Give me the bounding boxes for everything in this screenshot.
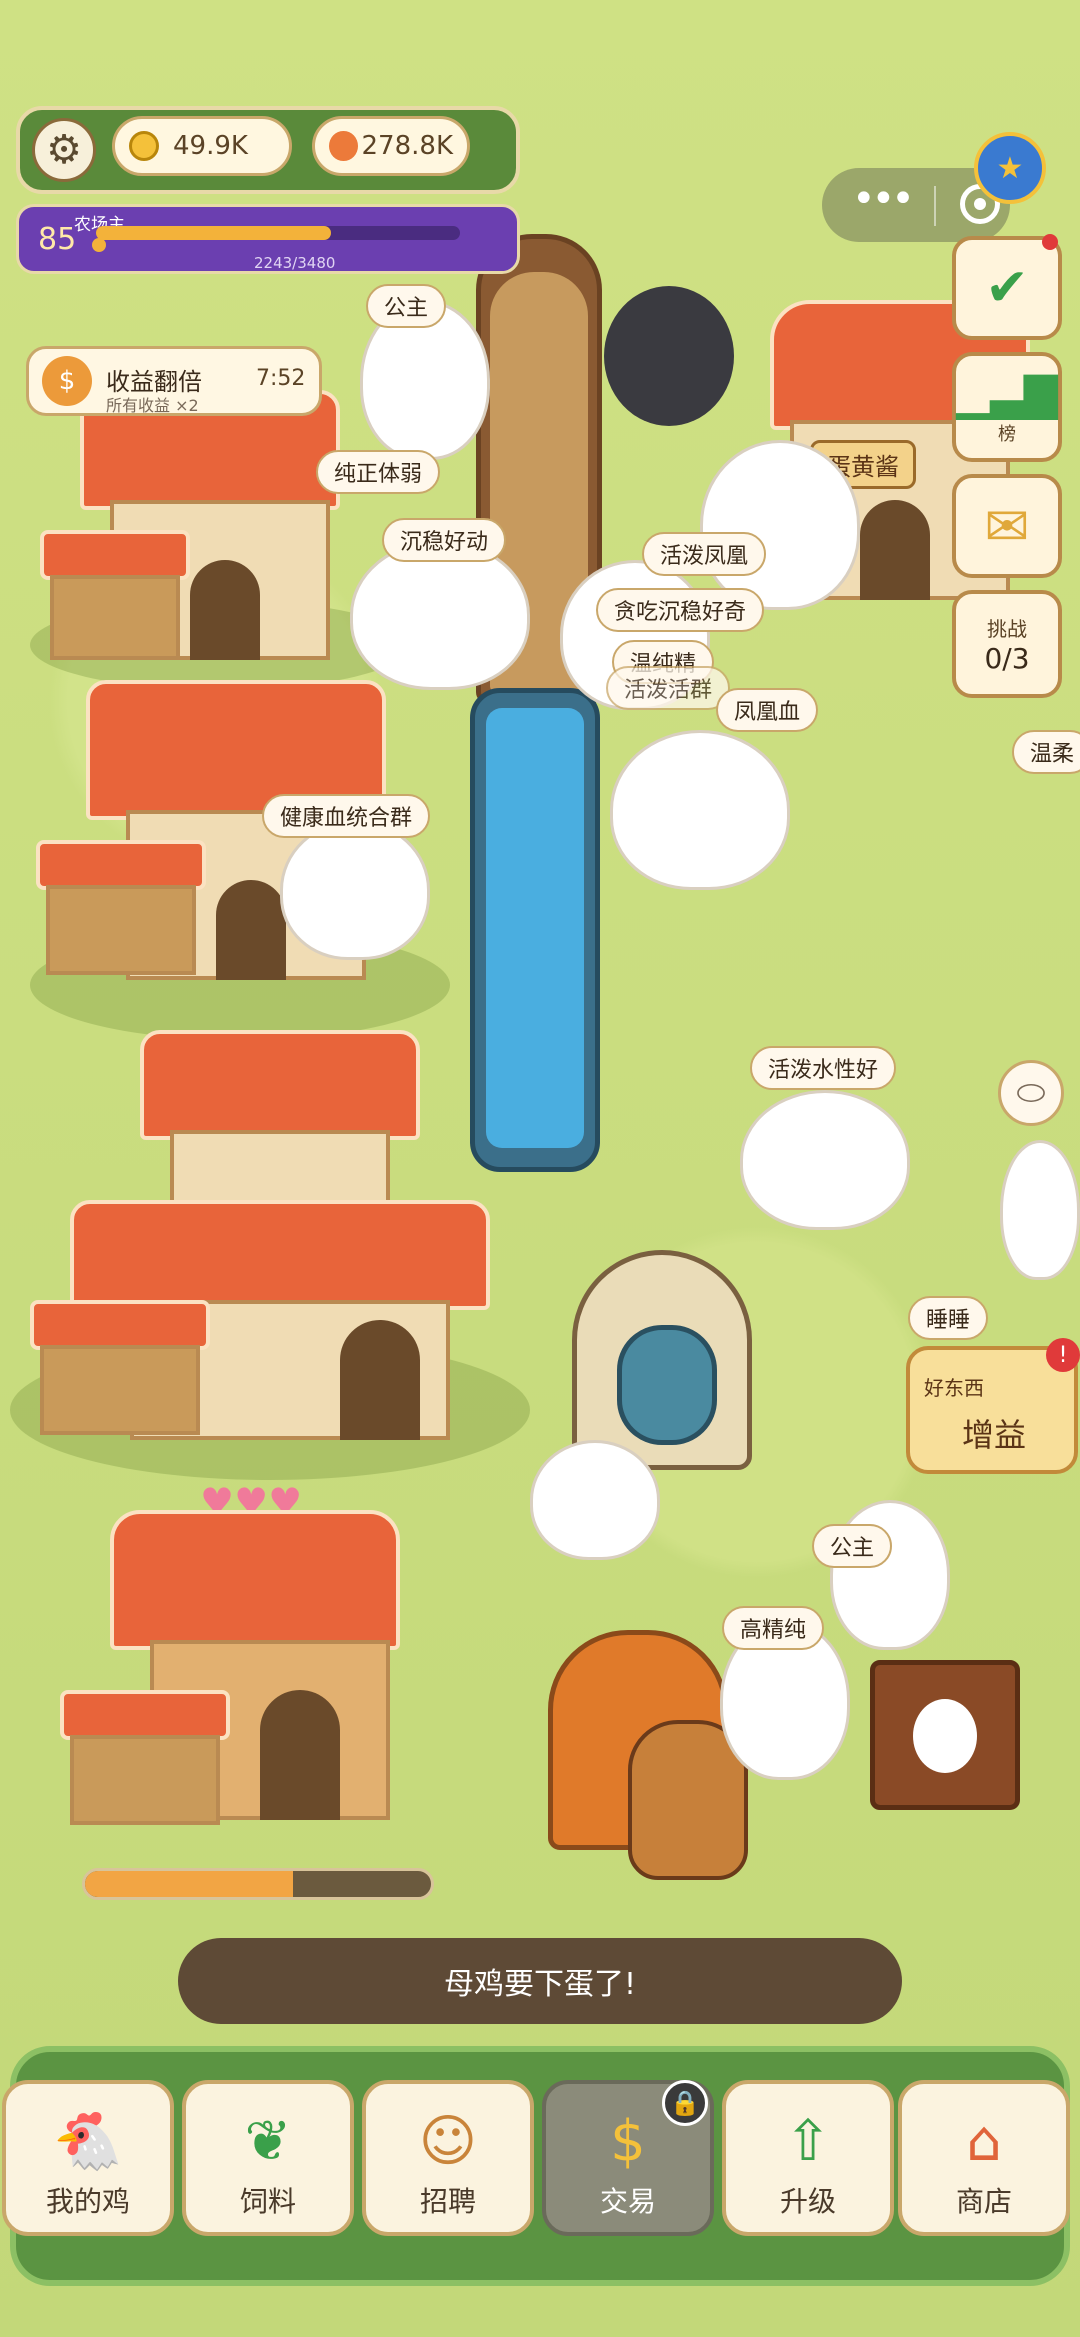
- bonus-card-action: 增益: [962, 1416, 1027, 1454]
- notification-dot: [1042, 234, 1058, 250]
- chicken-trait-label: 纯正体弱: [316, 450, 441, 494]
- chicken-trait-label: 贪吃沉稳好奇: [596, 588, 765, 632]
- chicken-trait-label: 睡睡: [908, 1296, 989, 1340]
- leaderboard-label: 榜: [998, 423, 1016, 445]
- water-surface: [486, 708, 584, 1148]
- egg-progress-fill: [85, 1871, 293, 1897]
- chicken[interactable]: [610, 730, 790, 890]
- dollar-coin-icon: $: [42, 356, 92, 406]
- nav-recruit[interactable]: ☺ 招聘: [362, 2080, 534, 2236]
- status-message: 母鸡要下蛋了!: [178, 1938, 902, 2024]
- egg-bubble-icon[interactable]: ⬭: [998, 1060, 1064, 1126]
- player-level: 85: [38, 222, 77, 257]
- nav-label: 商店: [955, 2185, 1012, 2218]
- chicken[interactable]: [830, 1500, 950, 1650]
- shop-icon: ⌂: [966, 2109, 1002, 2174]
- chicken-trait-label: 活泼活群: [606, 666, 731, 710]
- calendar-checkin-button[interactable]: ✔: [952, 236, 1062, 340]
- chicken-icon: 🐔: [53, 2109, 123, 2174]
- nav-label: 饲料: [239, 2185, 296, 2218]
- nav-upgrade[interactable]: ⇧ 升级: [722, 2080, 894, 2236]
- chicken-trait-label: 高精纯: [722, 1606, 825, 1650]
- chicken-trait-label: 健康血统合群: [262, 794, 431, 838]
- coop-house-1[interactable]: [40, 390, 380, 680]
- xp-dot-icon: [92, 238, 106, 252]
- nav-label: 招聘: [419, 2185, 476, 2218]
- boost-timer: 7:52: [256, 366, 306, 391]
- more-options-icon[interactable]: •••: [852, 176, 915, 222]
- coop-house-3[interactable]: [30, 1030, 510, 1450]
- black-chicken[interactable]: [604, 286, 734, 426]
- egg-progress-bar: [82, 1868, 434, 1900]
- chicken[interactable]: [350, 540, 530, 690]
- chicken[interactable]: [530, 1440, 660, 1560]
- boost-subtitle: 所有收益 ×2: [106, 396, 199, 415]
- chicken-trait-label: 公主: [812, 1524, 893, 1568]
- coop-house-4[interactable]: [60, 1510, 440, 1850]
- xp-bar-fill: [96, 226, 331, 240]
- gem-counter[interactable]: 278.8K: [312, 116, 470, 176]
- chicken[interactable]: [1000, 1140, 1080, 1280]
- leaf-icon: ❦: [244, 2109, 292, 2174]
- globe-star-icon[interactable]: ★: [974, 132, 1046, 204]
- challenge-label: 挑战: [987, 617, 1027, 641]
- coin-icon: [129, 131, 159, 161]
- alert-badge: !: [1046, 1338, 1080, 1372]
- challenge-count: 0/3: [984, 642, 1030, 675]
- nav-label: 升级: [779, 2185, 836, 2218]
- settings-gear-icon[interactable]: ⚙: [32, 118, 96, 182]
- coin-counter[interactable]: 49.9K: [112, 116, 292, 176]
- gem-amount: 278.8K: [361, 131, 453, 161]
- gem-icon: [329, 131, 358, 161]
- leaderboard-button[interactable]: ▁▃▇ 榜: [952, 352, 1062, 462]
- egg-crate[interactable]: [870, 1660, 1020, 1810]
- nav-my-chickens[interactable]: 🐔 我的鸡: [2, 2080, 174, 2236]
- market-icon: $: [610, 2109, 646, 2174]
- xp-bar: [96, 226, 460, 240]
- chicken[interactable]: [280, 820, 430, 960]
- chicken-trait-label: 温柔: [1012, 730, 1080, 774]
- challenge-button[interactable]: 挑战 0/3: [952, 590, 1062, 698]
- incubator-machine[interactable]: [572, 1250, 752, 1470]
- coin-amount: 49.9K: [173, 131, 248, 161]
- chicken[interactable]: [700, 440, 860, 610]
- chicken-trait-label: 凤凰血: [716, 688, 819, 732]
- arrow-up-icon: ⇧: [784, 2109, 832, 2174]
- xp-text: 2243/3480: [254, 254, 336, 272]
- lock-icon: 🔒: [662, 2080, 708, 2126]
- nav-feed[interactable]: ❦ 饲料: [182, 2080, 354, 2236]
- chicken[interactable]: [740, 1090, 910, 1230]
- bar-chart-icon: ▁▃▇: [956, 368, 1058, 420]
- badge-icon: ☺: [418, 2109, 478, 2174]
- calendar-check-icon: ✔: [985, 258, 1029, 318]
- mail-icon: ✉: [984, 494, 1030, 558]
- chicken-trait-label: 公主: [366, 284, 447, 328]
- capsule-divider: [934, 186, 936, 226]
- nav-label: 我的鸡: [45, 2185, 130, 2218]
- bonus-card-title: 好东西: [924, 1376, 984, 1400]
- mail-button[interactable]: ✉: [952, 474, 1062, 578]
- chicken-trait-label: 沉稳好动: [382, 518, 507, 562]
- chicken-trait-label: 活泼凤凰: [642, 532, 767, 576]
- nav-shop[interactable]: ⌂ 商店: [898, 2080, 1070, 2236]
- nav-label: 交易: [599, 2185, 656, 2218]
- chicken-trait-label: 活泼水性好: [750, 1046, 897, 1090]
